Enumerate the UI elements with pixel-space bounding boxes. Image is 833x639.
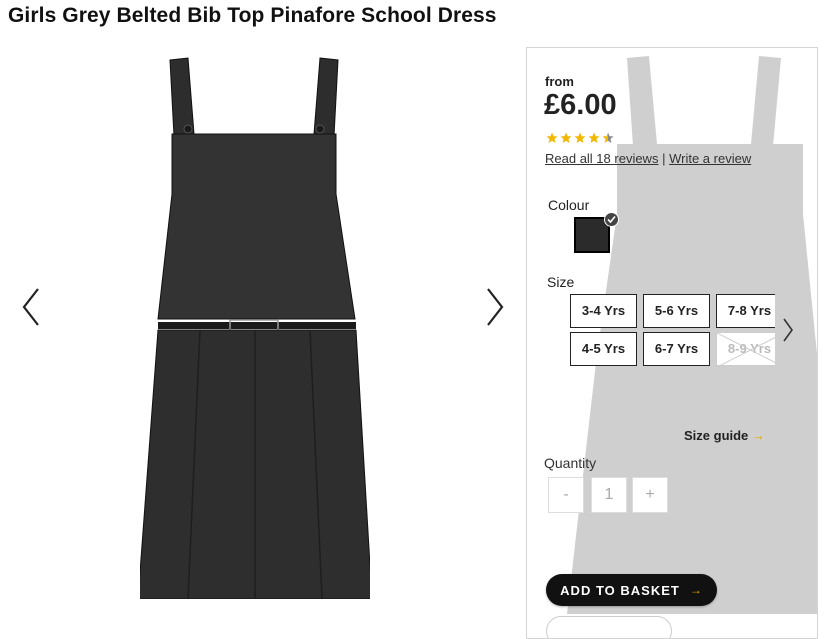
size-options: 3-4 Yrs 5-6 Yrs 7-8 Yrs 4-5 Yrs 6-7 Yrs … <box>570 294 775 371</box>
quantity-decrease-button[interactable]: - <box>548 477 584 513</box>
reviews-links: Read all 18 reviews | Write a review <box>545 151 751 166</box>
purchase-panel: from £6.00 Read all 18 reviews | Write a… <box>526 47 818 639</box>
chevron-right-icon[interactable] <box>780 315 796 345</box>
size-label: Size <box>547 274 575 290</box>
product-gallery <box>0 40 520 619</box>
quantity-increase-button[interactable]: + <box>632 477 668 513</box>
product-title: Girls Grey Belted Bib Top Pinafore Schoo… <box>8 4 497 27</box>
reviews-separator: | <box>662 151 666 166</box>
rating-stars <box>546 132 614 144</box>
arrow-right-icon: → <box>689 583 703 597</box>
check-icon <box>604 212 619 227</box>
star-icon <box>546 132 558 143</box>
quantity-input[interactable]: 1 <box>591 477 627 513</box>
secondary-button[interactable] <box>546 616 672 638</box>
read-reviews-link[interactable]: Read all 18 reviews <box>545 151 658 166</box>
quantity-label: Quantity <box>544 455 597 471</box>
size-guide-label: Size guide <box>684 428 749 443</box>
write-review-link[interactable]: Write a review <box>669 151 751 166</box>
star-icon <box>574 132 586 143</box>
size-option-8-9: 8-9 Yrs <box>716 332 775 367</box>
star-icon <box>560 132 572 143</box>
arrow-right-icon: → <box>751 428 765 443</box>
size-option-7-8[interactable]: 7-8 Yrs <box>716 294 775 328</box>
colour-label: Colour <box>548 197 590 213</box>
size-option-6-7[interactable]: 6-7 Yrs <box>643 332 710 366</box>
add-to-basket-label: ADD TO BASKET <box>560 582 680 598</box>
size-option-3-4[interactable]: 3-4 Yrs <box>570 294 637 328</box>
add-to-basket-button[interactable]: ADD TO BASKET → <box>546 574 717 606</box>
size-option-4-5[interactable]: 4-5 Yrs <box>570 332 637 366</box>
size-guide-link[interactable]: Size guide → <box>684 428 765 443</box>
half-star-icon <box>602 132 614 143</box>
unavailable-cross-icon <box>717 333 775 367</box>
product-image <box>140 57 370 599</box>
chevron-left-icon[interactable] <box>16 285 46 329</box>
size-option-5-6[interactable]: 5-6 Yrs <box>643 294 710 328</box>
chevron-right-icon[interactable] <box>480 285 510 329</box>
price-from-label: from <box>545 74 574 89</box>
price: £6.00 <box>544 89 617 121</box>
star-icon <box>588 132 600 143</box>
